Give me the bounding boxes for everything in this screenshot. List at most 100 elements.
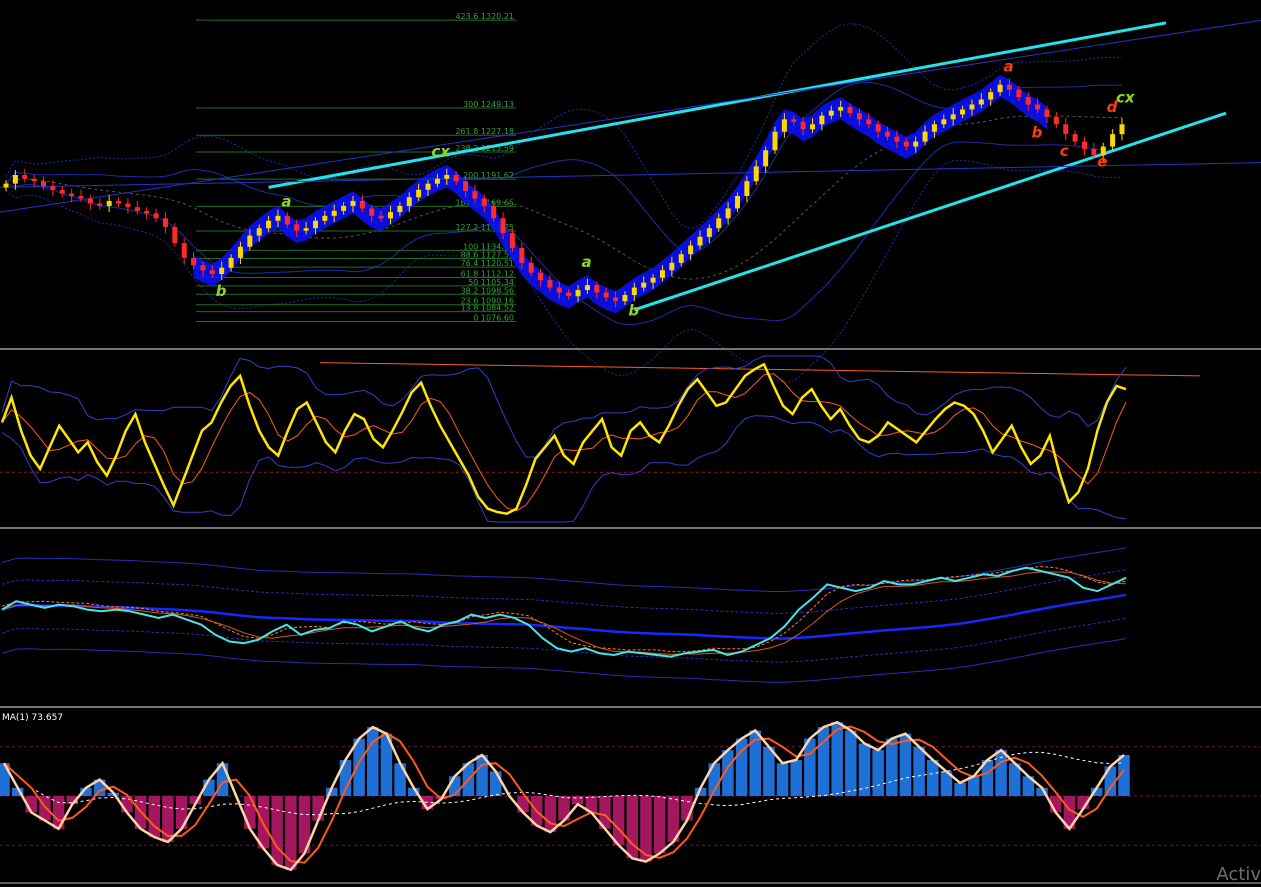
candle-body: [434, 178, 440, 184]
candle-body: [22, 175, 28, 179]
candle-body: [894, 136, 900, 142]
candle-body: [988, 92, 994, 100]
candle-body: [312, 220, 318, 229]
candle-body: [209, 270, 215, 274]
candle-body: [791, 119, 797, 122]
wave-label: a: [281, 192, 291, 210]
candle-body: [350, 200, 356, 206]
candle-body: [191, 257, 197, 266]
candle-body: [509, 233, 515, 248]
histogram-bar: [886, 738, 898, 796]
fib-level-label: 13.8 1084.52: [461, 304, 514, 313]
candle-body: [566, 292, 572, 297]
candle-body: [69, 193, 75, 197]
candle-body: [556, 287, 562, 293]
candle-body: [575, 290, 581, 297]
candle-body: [388, 212, 394, 219]
candle-body: [153, 213, 159, 219]
histogram-bar: [544, 796, 557, 833]
candle-body: [303, 228, 309, 231]
candle-body: [866, 119, 872, 125]
candle-body: [659, 270, 665, 278]
histogram-bar: [448, 776, 461, 796]
histogram-bar: [353, 738, 365, 796]
candle-body: [669, 262, 675, 271]
fib-level-label: 200 1191.62: [463, 171, 514, 180]
candle-body: [172, 226, 178, 244]
candle-body: [819, 115, 825, 125]
fib-level-label: 38.2 1098.56: [461, 286, 514, 295]
chart-background: [0, 0, 1261, 887]
candle-body: [997, 84, 1003, 93]
candle-body: [294, 224, 300, 231]
candle-body: [425, 183, 431, 190]
activation-watermark: Activ: [1216, 864, 1261, 885]
candle-body: [810, 124, 816, 130]
wave-label: b: [1032, 123, 1043, 141]
wave-label: cx: [431, 143, 451, 161]
fib-level-label: 0 1076.60: [473, 313, 514, 322]
histogram-bar: [626, 796, 639, 859]
candle-body: [903, 141, 909, 147]
candle-body: [275, 215, 281, 221]
candle-body: [594, 285, 600, 293]
candle-body: [472, 191, 478, 199]
candle-body: [763, 150, 769, 167]
histogram-bar: [858, 743, 871, 796]
wave-label: a: [1003, 58, 1013, 76]
candle-body: [678, 254, 684, 263]
candle-body: [116, 200, 122, 204]
candle-body: [603, 292, 609, 298]
candle-body: [463, 181, 469, 192]
candle-body: [162, 218, 168, 227]
candle-body: [59, 189, 65, 194]
candle-body: [31, 178, 37, 182]
wave-label: d: [1107, 98, 1118, 116]
candle-body: [134, 207, 140, 211]
chart-svg: 423.6 1320.21300 1249.13261.8 1227.18238…: [0, 0, 1261, 887]
candle-body: [584, 285, 590, 291]
candle-body: [538, 272, 544, 281]
candle-body: [641, 282, 647, 288]
candle-body: [491, 205, 497, 219]
fib-level-label: 423.6 1320.21: [455, 12, 514, 21]
candle-body: [78, 196, 84, 199]
candle-body: [266, 220, 272, 229]
candle-body: [800, 121, 806, 130]
candle-body: [41, 181, 47, 187]
wave-label: b: [628, 302, 639, 320]
candle-body: [322, 215, 328, 221]
candle-body: [87, 198, 93, 204]
histogram-bar: [244, 796, 256, 829]
candle-body: [941, 119, 947, 125]
histogram-bar: [790, 759, 802, 796]
candle-body: [369, 208, 375, 216]
candle-body: [622, 294, 628, 302]
candle-body: [1091, 149, 1097, 156]
candle-body: [1119, 124, 1125, 135]
candle-body: [284, 215, 290, 225]
candle-body: [3, 183, 9, 188]
candle-body: [12, 175, 18, 184]
candle-body: [688, 245, 694, 255]
candle-body: [228, 257, 234, 268]
candle-body: [331, 210, 337, 216]
candle-body: [931, 124, 937, 132]
candle-body: [97, 203, 103, 206]
fib-level-label: 76.4 1120.51: [461, 259, 514, 268]
histogram-bar: [845, 730, 857, 796]
candle-body: [359, 200, 365, 209]
candle-body: [406, 197, 412, 206]
candle-body: [772, 131, 778, 151]
candle-body: [144, 210, 150, 214]
candle-body: [744, 181, 750, 197]
candle-body: [200, 265, 206, 271]
wave-label: b: [216, 282, 227, 300]
histogram-bar: [954, 782, 966, 796]
candle-body: [106, 200, 112, 206]
candle-body: [416, 189, 422, 198]
candle-body: [1025, 97, 1031, 105]
candle-body: [753, 166, 759, 182]
candle-body: [960, 109, 966, 115]
fib-level-label: 88.6 1127.55: [461, 250, 514, 259]
